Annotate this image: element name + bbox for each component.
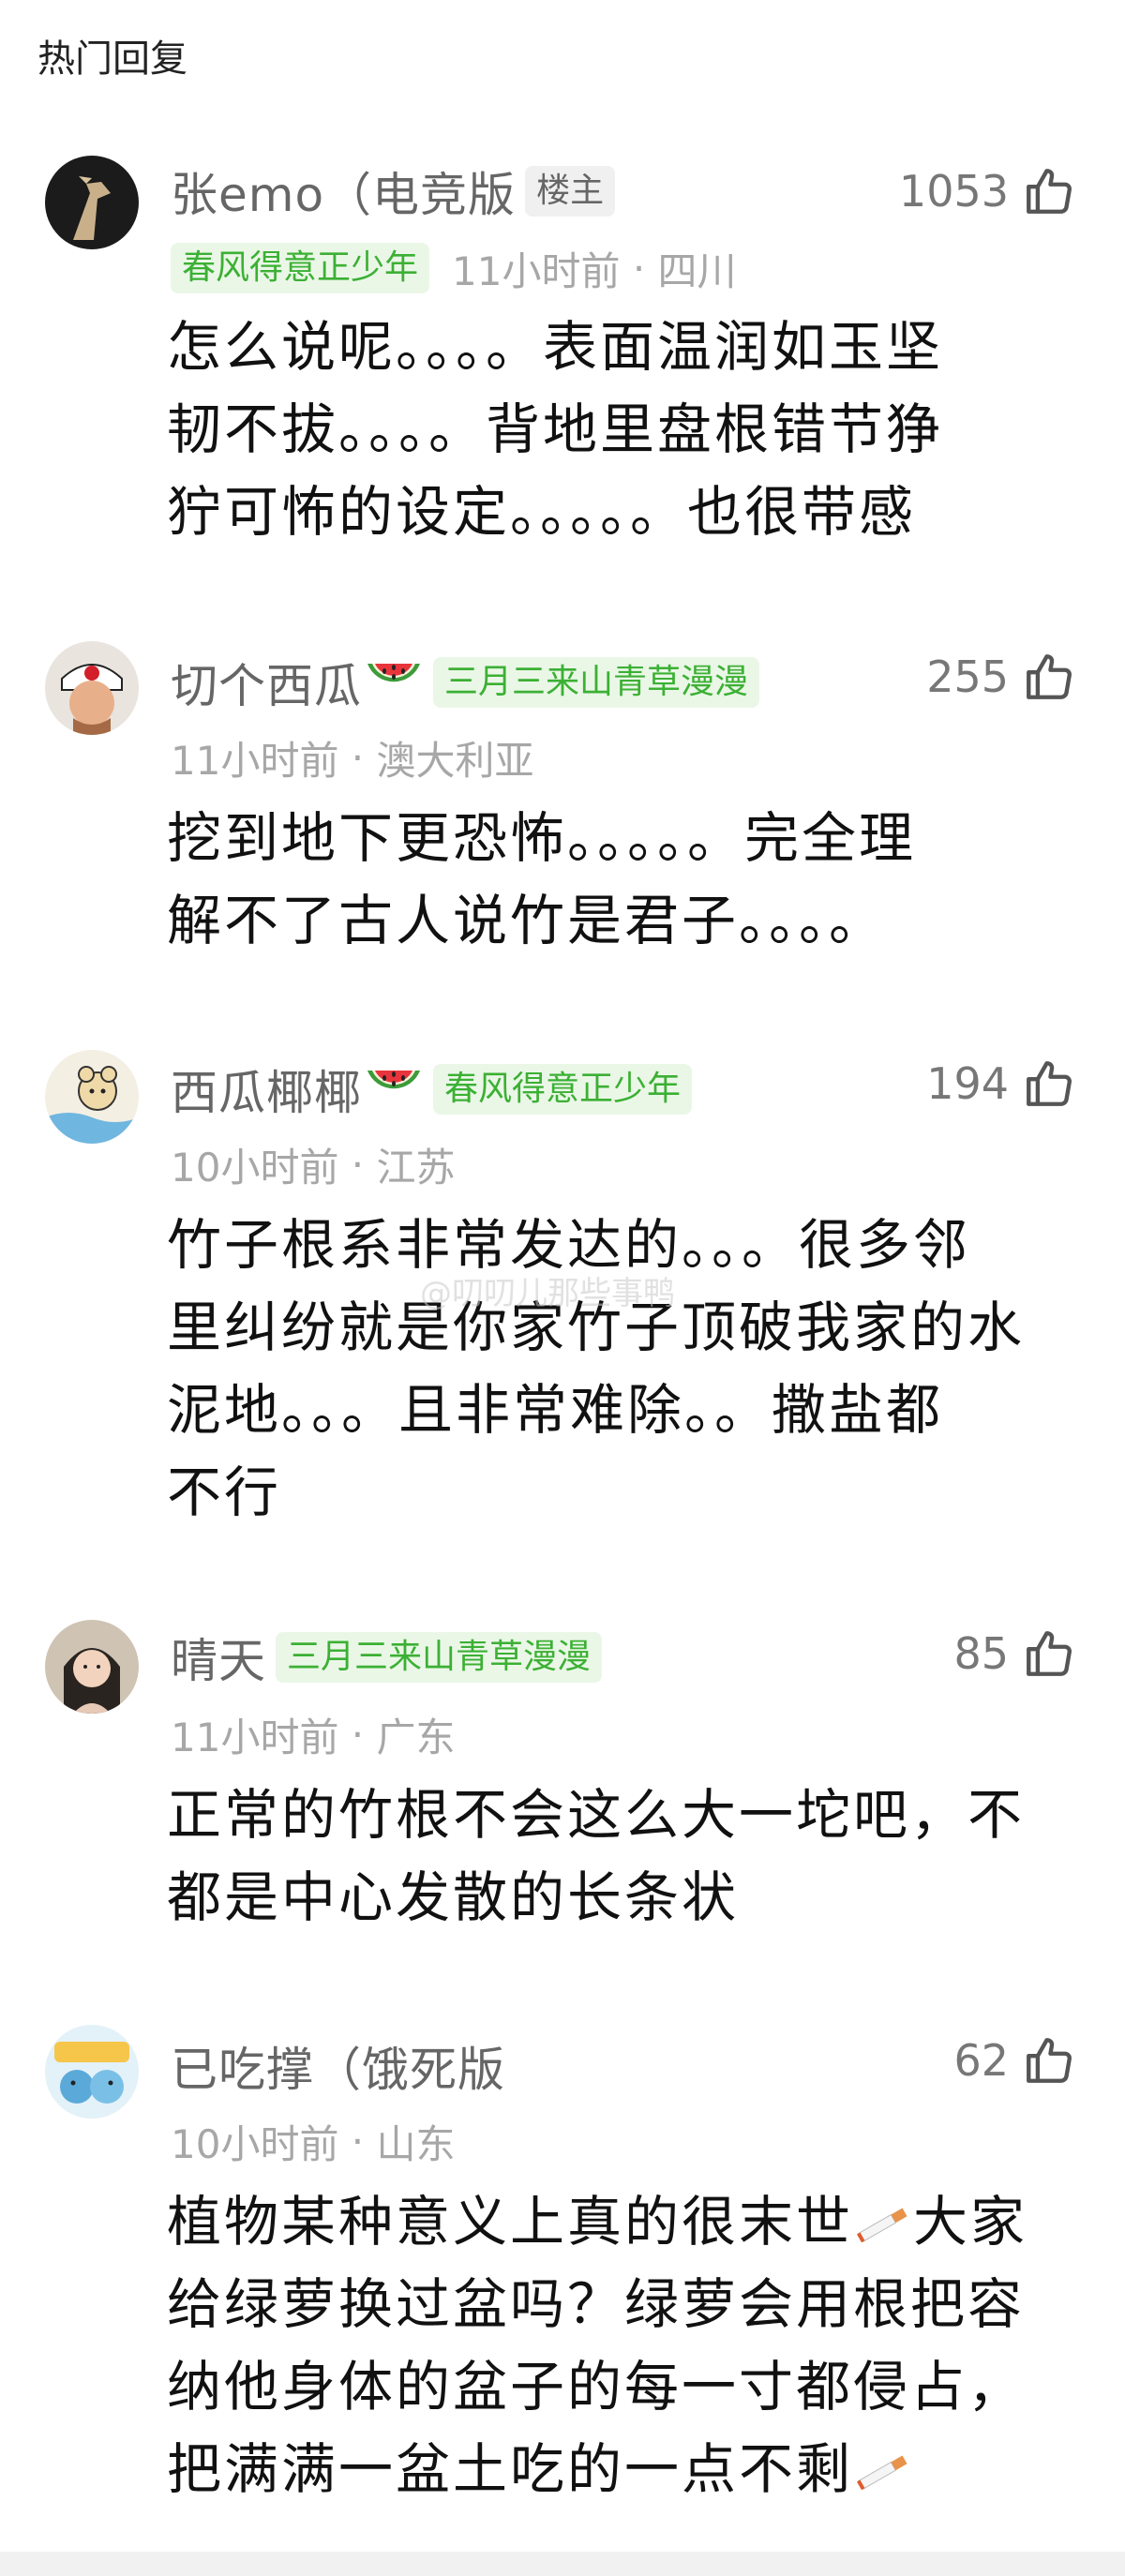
op-badge: 楼主	[525, 166, 616, 217]
like-button[interactable]: 85	[953, 1618, 1076, 1689]
timestamp: 10小时前	[171, 2120, 339, 2167]
comment-line: 正常的竹根不会这么大一坨吧，不	[167, 1783, 1026, 1847]
title-badge: 春风得意正少年	[171, 243, 430, 293]
like-button[interactable]: 62	[953, 2025, 1076, 2096]
name-row: 已吃撑（饿死版	[171, 2030, 505, 2102]
like-count: 194	[926, 1058, 1009, 1109]
comment-text: 正常的竹根不会这么大一坨吧，不 都是中心发散的长条状	[167, 1774, 1048, 1939]
location: 山东	[376, 2120, 456, 2167]
username[interactable]: 已吃撑（饿死版	[171, 2032, 505, 2100]
timestamp: 11小时前	[171, 1714, 339, 1760]
meta-separator: ·	[338, 1141, 377, 1188]
meta-separator: ·	[338, 2118, 377, 2164]
thumbs-up-icon	[1022, 1056, 1076, 1111]
meta-row: 11小时前 · 广东	[171, 1704, 456, 1764]
thumbs-up-icon	[1022, 164, 1076, 218]
title-badge: 三月三来山青草漫漫	[433, 657, 760, 708]
username[interactable]: 张emo（电竞版	[171, 157, 516, 225]
like-button[interactable]: 255	[926, 641, 1076, 712]
comment-text: 怎么说呢。。。。表面温润如玉坚 韧不拔。。。。背地里盘根错节狰 狞可怖的设定。。…	[167, 306, 1048, 553]
location: 江苏	[376, 1144, 456, 1191]
meta-row: 10小时前 · 山东	[171, 2111, 456, 2171]
name-row: 切个西瓜 三月三来山青草漫漫	[171, 647, 760, 718]
name-row: 晴天 三月三来山青草漫漫	[171, 1622, 603, 1693]
comment-line: 怎么说呢。。。。表面温润如玉坚	[167, 315, 944, 379]
avatar[interactable]	[45, 2025, 139, 2119]
comment-line: 给绿萝换过盆吗？绿萝会用根把容	[167, 2272, 1026, 2336]
comment-line: 解不了古人说竹是君子。。。。	[167, 889, 887, 952]
thumbs-up-icon	[1022, 650, 1076, 704]
like-button[interactable]: 194	[926, 1048, 1076, 1119]
meta-row: 10小时前 · 江苏	[171, 1134, 456, 1194]
meta-separator: ·	[620, 245, 658, 292]
location: 澳大利亚	[376, 737, 534, 784]
location: 四川	[657, 247, 737, 294]
meta-separator: ·	[338, 1711, 377, 1758]
comment-line: 狞可怖的设定。。。。。也很带感	[167, 480, 917, 544]
username[interactable]: 切个西瓜	[171, 649, 362, 716]
comment-line: 植物某种意义上真的很末世 大家	[167, 2180, 1048, 2263]
like-count: 1053	[898, 166, 1009, 217]
avatar[interactable]	[45, 1620, 139, 1714]
like-button[interactable]: 1053	[899, 156, 1076, 227]
cigarette-emoji	[853, 2203, 913, 2244]
comment-line: 把满满一盆土吃的一点不剩	[167, 2428, 1048, 2510]
comment-text: 竹子根系非常发达的。。。很多邻 里纠纷就是你家竹子顶破我家的水 泥地。。。且非常…	[167, 1204, 1048, 1534]
meta-row: 春风得意正少年 11小时前 · 四川	[171, 238, 737, 298]
comment-line: 挖到地下更恐怖。。。。。完全理	[167, 806, 917, 870]
timestamp: 11小时前	[452, 247, 621, 294]
comment-line: 不行	[167, 1460, 282, 1524]
comment-text: 挖到地下更恐怖。。。。。完全理 解不了古人说竹是君子。。。。	[167, 797, 1048, 962]
username[interactable]: 晴天	[171, 1624, 266, 1691]
timestamp: 10小时前	[171, 1144, 339, 1191]
username[interactable]: 西瓜椰椰	[171, 1056, 362, 1123]
like-count: 85	[953, 1628, 1009, 1679]
location: 广东	[376, 1714, 456, 1760]
name-row: 西瓜椰椰 春风得意正少年	[171, 1054, 693, 1125]
name-row: 张emo（电竞版 楼主	[171, 156, 616, 227]
cigarette-emoji	[853, 2450, 913, 2492]
bottom-divider	[0, 2552, 1125, 2576]
comment-fragment: 大家	[913, 2190, 1028, 2254]
avatar[interactable]	[45, 1050, 139, 1144]
section-title: 热门回复	[38, 37, 188, 81]
avatar[interactable]	[45, 156, 139, 249]
comment-line: 韧不拔。。。。背地里盘根错节狰	[167, 397, 944, 461]
meta-row: 11小时前 · 澳大利亚	[171, 727, 534, 787]
timestamp: 11小时前	[171, 737, 339, 784]
meta-separator: ·	[338, 734, 377, 781]
comment-text: 植物某种意义上真的很末世 大家 给绿萝换过盆吗？绿萝会用根把容 纳他身体的盆子的每…	[167, 2180, 1048, 2510]
thumbs-up-icon	[1022, 2033, 1076, 2088]
comment-line: 都是中心发散的长条状	[167, 1865, 740, 1929]
like-count: 62	[953, 2035, 1009, 2086]
comment-fragment: 植物某种意义上真的很末世	[167, 2190, 854, 2254]
watermelon-emoji	[364, 656, 424, 709]
comment-line: 泥地。。。且非常难除。。撒盐都	[167, 1378, 944, 1442]
title-badge: 春风得意正少年	[433, 1064, 693, 1115]
comment-fragment: 把满满一盆土吃的一点不剩	[167, 2437, 854, 2501]
thumbs-up-icon	[1022, 1626, 1076, 1681]
watermark: @叨叨儿那些事鸭	[420, 1275, 675, 1312]
avatar[interactable]	[45, 641, 139, 735]
title-badge: 三月三来山青草漫漫	[276, 1632, 603, 1683]
like-count: 255	[926, 651, 1009, 702]
watermelon-emoji	[364, 1063, 424, 1116]
comment-line: 纳他身体的盆子的每一寸都侵占，	[167, 2355, 1026, 2419]
